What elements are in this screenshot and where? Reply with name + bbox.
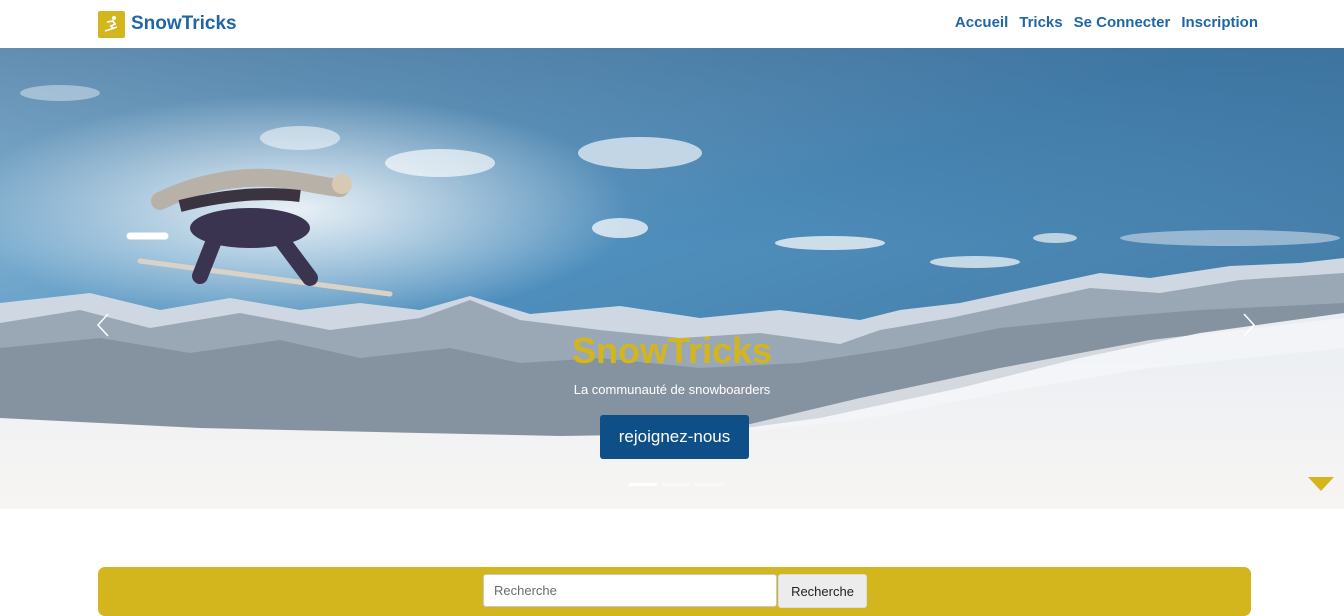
brand-name: SnowTricks <box>131 13 237 34</box>
hero-title: SnowTricks <box>571 330 773 371</box>
snowboarder-icon <box>98 10 125 38</box>
brand-link[interactable]: SnowTricks <box>98 10 237 38</box>
hero-subtitle: La communauté de snowboarders <box>573 382 771 397</box>
hero-carousel: SnowTricks La communauté de snowboarders… <box>0 48 1344 509</box>
triangle-down-icon[interactable] <box>1308 477 1334 493</box>
carousel-indicator-3[interactable] <box>695 483 723 486</box>
nav-link-accueil[interactable]: Accueil <box>955 14 1008 31</box>
search-bar: Recherche <box>98 567 1251 616</box>
search-button[interactable]: Recherche <box>778 574 867 608</box>
nav-link-inscription[interactable]: Inscription <box>1181 14 1258 31</box>
nav-links: Accueil Tricks Se Connecter Inscription <box>955 14 1258 31</box>
navbar: SnowTricks Accueil Tricks Se Connecter I… <box>0 0 1344 48</box>
carousel-indicator-2[interactable] <box>662 483 690 486</box>
search-input[interactable] <box>483 574 777 607</box>
carousel-indicator-1[interactable] <box>629 483 657 486</box>
nav-link-tricks[interactable]: Tricks <box>1019 14 1062 31</box>
join-us-button[interactable]: rejoignez-nous <box>600 415 749 459</box>
nav-link-se-connecter[interactable]: Se Connecter <box>1074 14 1171 31</box>
